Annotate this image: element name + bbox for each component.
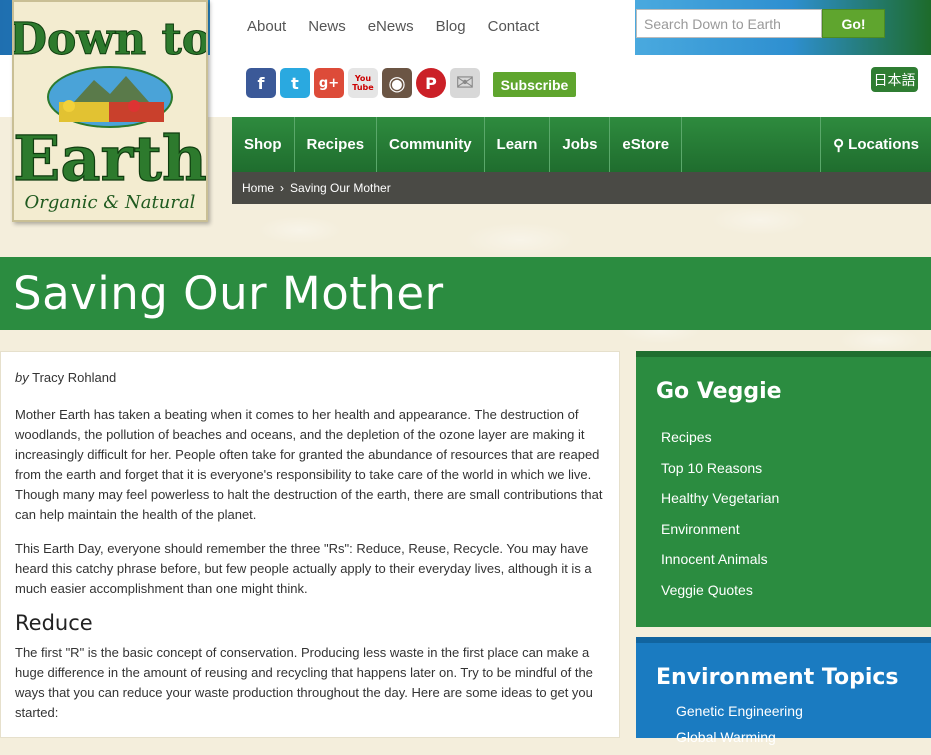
article-paragraph-3: The first "R" is the basic concept of co…: [15, 645, 593, 720]
nav-jobs[interactable]: Jobs: [550, 117, 611, 172]
go-veggie-title: Go Veggie: [656, 379, 782, 404]
page-title: Saving Our Mother: [13, 267, 444, 320]
environment-topics-panel: Environment Topics Genetic Engineering G…: [636, 637, 931, 745]
page-title-band: Saving Our Mother: [0, 257, 931, 330]
byline-by: by: [15, 370, 29, 385]
nav-community[interactable]: Community: [377, 117, 485, 172]
nav-about-link[interactable]: About: [247, 18, 286, 35]
sidebar-link-healthy-vegetarian[interactable]: Healthy Vegetarian: [661, 490, 779, 521]
subscribe-button[interactable]: Subscribe: [493, 72, 576, 97]
google-plus-icon[interactable]: g+: [314, 68, 344, 98]
nav-learn[interactable]: Learn: [485, 117, 551, 172]
email-icon[interactable]: ✉: [450, 68, 480, 98]
logo-text-earth: Earth: [14, 122, 206, 195]
main-navigation: Shop Recipes Community Learn Jobs eStore…: [232, 117, 931, 172]
article-content: by Tracy Rohland Mother Earth has taken …: [0, 351, 620, 738]
top-navigation: About News eNews Blog Contact: [247, 18, 561, 35]
nav-recipes[interactable]: Recipes: [295, 117, 378, 172]
sidebar-link-global-warming[interactable]: Global Warming: [676, 729, 803, 755]
section-heading-reduce: Reduce: [15, 611, 93, 635]
go-veggie-panel: Go Veggie Recipes Top 10 Reasons Healthy…: [636, 351, 931, 627]
breadcrumb-current: Saving Our Mother: [290, 181, 391, 195]
sidebar-link-recipes[interactable]: Recipes: [661, 429, 779, 460]
environment-topics-title: Environment Topics: [656, 665, 899, 690]
instagram-icon[interactable]: ◉: [382, 68, 412, 98]
youtube-icon[interactable]: You Tube: [348, 68, 378, 98]
article-paragraph-1: Mother Earth has taken a beating when it…: [15, 407, 603, 522]
breadcrumb: Home › Saving Our Mother: [232, 172, 931, 204]
nav-news-link[interactable]: News: [308, 18, 346, 35]
facebook-icon[interactable]: f: [246, 68, 276, 98]
byline: by Tracy Rohland: [15, 368, 605, 388]
pinterest-icon[interactable]: P: [416, 68, 446, 98]
sidebar-link-genetic-engineering[interactable]: Genetic Engineering: [676, 703, 803, 729]
nav-locations-label: Locations: [848, 136, 919, 153]
sidebar-link-environment[interactable]: Environment: [661, 521, 779, 552]
nav-estore[interactable]: eStore: [610, 117, 683, 172]
breadcrumb-home-link[interactable]: Home: [242, 181, 274, 195]
author-name: Tracy Rohland: [32, 370, 117, 385]
nav-enews-link[interactable]: eNews: [368, 18, 414, 35]
site-logo[interactable]: Down to Earth Organic & Natural: [12, 0, 208, 222]
sidebar-link-top-10-reasons[interactable]: Top 10 Reasons: [661, 460, 779, 491]
nav-shop[interactable]: Shop: [232, 117, 295, 172]
chevron-right-icon: ›: [280, 181, 285, 195]
map-marker-icon: ⚲: [833, 136, 845, 154]
logo-tagline: Organic & Natural: [25, 192, 196, 213]
search-input[interactable]: Search Down to Earth: [636, 9, 822, 38]
social-icons: f t g+ You Tube ◉ P ✉: [246, 68, 480, 98]
japanese-language-button[interactable]: 日本語: [871, 67, 918, 92]
article-paragraph-2: This Earth Day, everyone should remember…: [15, 541, 592, 596]
nav-locations[interactable]: ⚲ Locations: [820, 117, 931, 172]
twitter-icon[interactable]: t: [280, 68, 310, 98]
sidebar-link-innocent-animals[interactable]: Innocent Animals: [661, 551, 779, 582]
search-go-button[interactable]: Go!: [822, 9, 885, 38]
sidebar-link-veggie-quotes[interactable]: Veggie Quotes: [661, 582, 779, 613]
nav-blog-link[interactable]: Blog: [436, 18, 466, 35]
nav-contact-link[interactable]: Contact: [488, 18, 540, 35]
logo-text-down-to: Down to: [14, 14, 206, 65]
